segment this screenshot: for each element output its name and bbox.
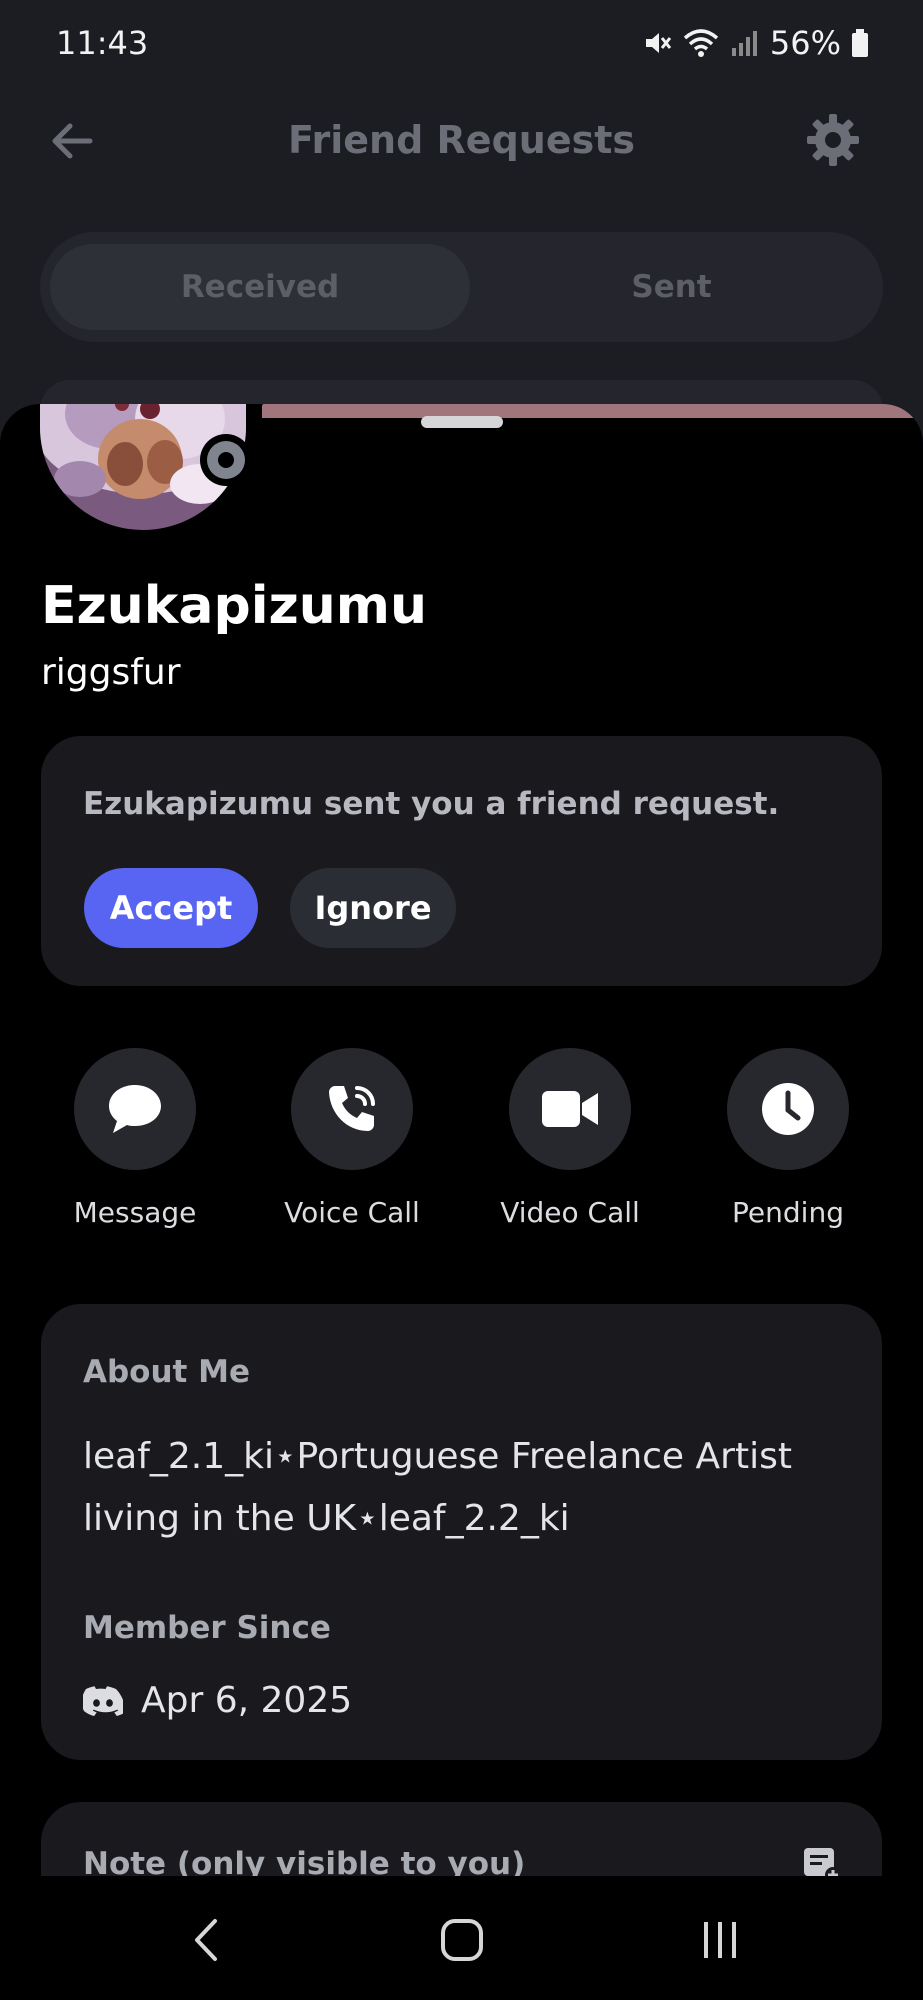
tab-received[interactable]: Received	[50, 244, 470, 330]
voice-call-label: Voice Call	[284, 1196, 420, 1229]
friend-request-message: Ezukapizumu sent you a friend request.	[83, 786, 780, 822]
request-tabs: Received Sent	[40, 232, 883, 342]
system-navigation-bar	[0, 1876, 923, 2000]
gear-icon[interactable]	[805, 112, 861, 168]
username: riggsfur	[41, 652, 181, 693]
video-call-button[interactable]	[509, 1048, 631, 1170]
offline-status-indicator	[200, 434, 252, 486]
video-camera-icon	[542, 1091, 598, 1127]
nav-home-button[interactable]	[432, 1910, 492, 1970]
discord-logo-icon	[83, 1685, 123, 1716]
avatar-container	[40, 404, 252, 530]
nav-back-button[interactable]	[176, 1910, 236, 1970]
about-me-text: leaf_2.1_ki⋆Portuguese Freelance Artist …	[83, 1436, 792, 1539]
message-label: Message	[73, 1196, 197, 1229]
about-me-heading: About Me	[83, 1354, 251, 1390]
sheet-drag-handle[interactable]	[421, 416, 503, 428]
video-call-action[interactable]: Video Call	[470, 1048, 670, 1229]
battery-icon	[852, 29, 868, 57]
tab-sent[interactable]: Sent	[470, 244, 873, 330]
message-action[interactable]: Message	[35, 1048, 235, 1229]
member-since-row: Apr 6, 2025	[83, 1680, 352, 1721]
display-name: Ezukapizumu	[41, 576, 428, 636]
signal-icon	[731, 31, 757, 56]
home-square-icon	[441, 1919, 483, 1961]
pending-action[interactable]: Pending	[688, 1048, 888, 1229]
chevron-left-icon	[195, 1919, 217, 1961]
status-time: 11:43	[56, 24, 149, 62]
member-since-heading: Member Since	[83, 1610, 331, 1646]
voice-call-action[interactable]: Voice Call	[252, 1048, 452, 1229]
battery-percent: 56%	[769, 24, 841, 62]
about-card: About Me leaf_2.1_ki⋆Portuguese Freelanc…	[41, 1304, 882, 1760]
video-call-label: Video Call	[500, 1196, 640, 1229]
clock-icon	[762, 1083, 814, 1135]
recents-icon	[704, 1922, 736, 1958]
profile-sheet: Ezukapizumu riggsfur Ezukapizumu sent yo…	[0, 404, 923, 2000]
phone-icon	[329, 1086, 375, 1131]
profile-banner	[262, 404, 923, 418]
profile-actions: Message Voice Call Video Call Pending	[0, 1048, 923, 1248]
accept-button[interactable]: Accept	[84, 868, 258, 948]
background-header: Friend Requests	[0, 90, 923, 200]
nav-recents-button[interactable]	[690, 1910, 750, 1970]
page-title: Friend Requests	[287, 118, 635, 162]
pending-button[interactable]	[727, 1048, 849, 1170]
mute-icon	[645, 33, 672, 53]
message-button[interactable]	[74, 1048, 196, 1170]
wifi-icon	[683, 29, 719, 57]
friend-request-card: Ezukapizumu sent you a friend request. A…	[41, 736, 882, 986]
voice-call-button[interactable]	[291, 1048, 413, 1170]
member-since-date: Apr 6, 2025	[141, 1680, 353, 1721]
status-icons: 56%	[642, 24, 869, 62]
pending-label: Pending	[732, 1196, 844, 1229]
ignore-button[interactable]: Ignore	[290, 868, 456, 948]
status-bar: 11:43 56%	[0, 0, 923, 90]
chat-bubble-icon	[109, 1085, 161, 1133]
